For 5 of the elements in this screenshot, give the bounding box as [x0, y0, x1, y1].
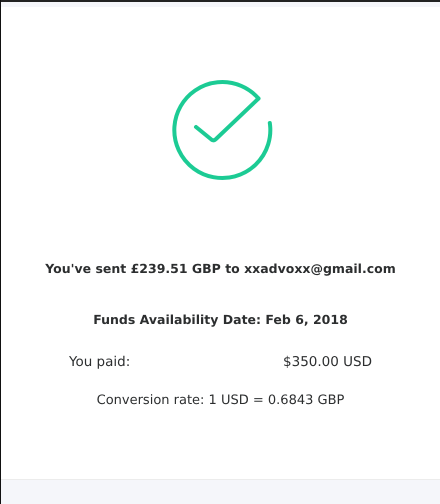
availability-date: Funds Availability Date: Feb 6, 2018 — [93, 312, 348, 327]
paid-label: You paid: — [69, 354, 130, 370]
conversion-rate: Conversion rate: 1 USD = 0.6843 GBP — [96, 393, 344, 408]
paid-amount: $350.00 USD — [283, 354, 372, 370]
sent-message: You've sent £239.51 GBP to xxadvoxx@gmail.com — [45, 261, 396, 276]
